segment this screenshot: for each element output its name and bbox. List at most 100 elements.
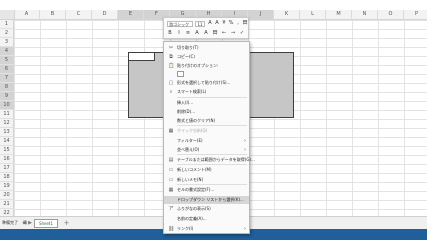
toolbar-buttons-row1-button-5[interactable]: 田 xyxy=(242,20,248,27)
row-header-1[interactable]: 1 xyxy=(0,20,14,29)
row-header-13[interactable]: 13 xyxy=(0,128,14,137)
menu-item-smart-lookup[interactable]: ⌕ スマート検索(L) xyxy=(164,88,249,96)
toolbar-buttons-row2-button-6[interactable]: ← xyxy=(221,30,227,37)
comment-icon: ▭ xyxy=(168,167,174,173)
menu-separator xyxy=(177,97,247,98)
toolbar-buttons-row2-button-7[interactable]: → xyxy=(230,30,236,37)
row-header-9[interactable]: 9 xyxy=(0,92,14,101)
menu-separator xyxy=(177,154,247,155)
submenu-arrow-icon: › xyxy=(244,138,246,144)
toolbar-buttons-row1-button-0[interactable]: A xyxy=(207,20,213,27)
toolbar-buttons-row2-button-8[interactable]: ✓ xyxy=(239,30,245,37)
column-header-k[interactable]: K xyxy=(274,10,300,19)
menu-item-phonetic[interactable]: アふりがなの表示(S) xyxy=(164,205,249,213)
dropdown-icon xyxy=(168,197,174,203)
row-header-20[interactable]: 20 xyxy=(0,191,14,200)
menu-item-label: 切り取り(T) xyxy=(177,45,199,50)
context-menu: ✂ 切り取り(T) ⧉ コピー(C) 📋 貼り付けのオプション: ▢ 形式を選択して貼り付け(… xyxy=(163,41,255,234)
row-header-5[interactable]: 5 xyxy=(0,56,14,65)
toolbar-buttons-row1-button-1[interactable]: A xyxy=(214,20,220,27)
menu-item-define-name[interactable]: 名前の定義(A)... xyxy=(164,215,249,223)
menu-separator xyxy=(177,125,247,126)
row-header-18[interactable]: 18 xyxy=(0,173,14,182)
menu-item-delete[interactable]: 削除(D)... xyxy=(164,108,249,116)
menu-item-clear[interactable]: 数式と値のクリア(N) xyxy=(164,117,249,125)
menu-item-copy[interactable]: ⧉ コピー(C) xyxy=(164,53,249,61)
row-header-21[interactable]: 21 xyxy=(0,200,14,209)
menu-item-table-range[interactable]: ▤ テーブルまたは範囲からデータを取得(G)... xyxy=(164,156,255,164)
paste-option-icon[interactable] xyxy=(177,71,184,77)
menu-item-insert[interactable]: 挿入(I)... xyxy=(164,99,249,107)
font-name-box[interactable]: 游ゴシック xyxy=(167,21,193,27)
column-header-o[interactable]: O xyxy=(378,10,404,19)
menu-item-label: フィルター(E) xyxy=(177,138,203,143)
toolbar-buttons-row1-button-2[interactable]: ¥ xyxy=(221,20,227,27)
mini-toolbar: 游ゴシック 11 A A ¥%, 田 B I ≡ A A 田 ← → ✓ xyxy=(163,17,249,39)
menu-item-label: クイック分析(Q) xyxy=(177,128,208,133)
table-range-icon: ▤ xyxy=(168,157,174,163)
row-header-10[interactable]: 10 xyxy=(0,101,14,110)
toolbar-buttons-row2-button-1[interactable]: I xyxy=(176,30,182,37)
menu-separator xyxy=(177,164,247,165)
paste-special-icon: ▢ xyxy=(168,80,174,86)
menu-item-paste[interactable]: 📋 貼り付けのオプション: xyxy=(164,62,249,70)
toolbar-buttons-row2-button-5[interactable]: 田 xyxy=(212,30,218,37)
row-header-4[interactable]: 4 xyxy=(0,47,14,56)
column-header-p[interactable]: P xyxy=(404,10,427,19)
column-header-l[interactable]: L xyxy=(300,10,326,19)
menu-separator xyxy=(177,184,247,185)
active-cell[interactable] xyxy=(128,52,155,61)
toolbar-buttons-row2-button-0[interactable]: B xyxy=(167,30,173,37)
menu-item-sort[interactable]: 並べ替え(O) › xyxy=(164,146,249,154)
toolbar-buttons-row2-button-3[interactable]: A xyxy=(194,30,200,37)
insert-icon xyxy=(168,100,174,106)
menu-item-paste-special[interactable]: ▢ 形式を選択して貼り付け(S)... xyxy=(164,79,249,87)
row-header-19[interactable]: 19 xyxy=(0,182,14,191)
select-all-corner[interactable] xyxy=(0,10,15,19)
note-icon: ▭ xyxy=(168,177,174,183)
font-size-box[interactable]: 11 xyxy=(195,21,205,27)
sheet-nav-next-icon[interactable]: ▶ xyxy=(26,219,34,228)
format-cells-icon: ▦ xyxy=(168,187,174,193)
row-header-7[interactable]: 7 xyxy=(0,74,14,83)
copy-icon: ⧉ xyxy=(169,54,173,60)
toolbar-buttons-row1-button-4[interactable]: , xyxy=(235,20,241,27)
column-header-j[interactable]: J xyxy=(248,10,274,19)
column-header-e[interactable]: E xyxy=(118,10,144,19)
column-header-b[interactable]: B xyxy=(40,10,66,19)
row-header-8[interactable]: 8 xyxy=(0,83,14,92)
toolbar-buttons-row2-button-2[interactable]: ≡ xyxy=(185,30,191,37)
menu-item-label: ドロップダウン リストから選択(K)... xyxy=(177,197,244,202)
menu-item-dropdown[interactable]: ドロップダウン リストから選択(K)... xyxy=(164,196,249,204)
column-header-n[interactable]: N xyxy=(352,10,378,19)
sheet-tab[interactable]: Sheet1 xyxy=(34,219,58,228)
menu-item-label: コピー(C) xyxy=(177,54,195,59)
column-header-c[interactable]: C xyxy=(66,10,92,19)
column-header-a[interactable]: A xyxy=(14,10,40,19)
toolbar-buttons-row1-button-3[interactable]: % xyxy=(228,20,234,27)
menu-item-label: テーブルまたは範囲からデータを取得(G)... xyxy=(177,157,255,162)
menu-item-filter[interactable]: フィルター(E) › xyxy=(164,137,249,145)
menu-item-label: 新しいメモ(N) xyxy=(177,177,204,182)
menu-item-note[interactable]: ▭ 新しいメモ(N) xyxy=(164,176,249,184)
add-sheet-button[interactable]: + xyxy=(62,219,71,228)
row-header-14[interactable]: 14 xyxy=(0,137,14,146)
column-header-d[interactable]: D xyxy=(92,10,118,19)
menu-item-comment[interactable]: ▭ 新しいコメント(M) xyxy=(164,166,249,174)
row-header-16[interactable]: 16 xyxy=(0,155,14,164)
menu-item-format-cells[interactable]: ▦ セルの書式設定(F)... xyxy=(164,186,249,194)
row-header-3[interactable]: 3 xyxy=(0,38,14,47)
menu-item-link[interactable]: ⛓ リンク(I) › xyxy=(164,225,249,233)
menu-item-label: 新しいコメント(M) xyxy=(177,167,212,172)
row-header-15[interactable]: 15 xyxy=(0,146,14,155)
row-header-2[interactable]: 2 xyxy=(0,29,14,38)
column-header-m[interactable]: M xyxy=(326,10,352,19)
link-icon: ⛓ xyxy=(168,226,175,232)
row-header-11[interactable]: 11 xyxy=(0,110,14,119)
menu-item-label: 挿入(I)... xyxy=(177,100,194,105)
row-header-6[interactable]: 6 xyxy=(0,65,14,74)
toolbar-buttons-row2-button-4[interactable]: A xyxy=(203,30,209,37)
menu-item-scissors[interactable]: ✂ 切り取り(T) xyxy=(164,44,249,52)
row-header-12[interactable]: 12 xyxy=(0,119,14,128)
row-header-17[interactable]: 17 xyxy=(0,164,14,173)
